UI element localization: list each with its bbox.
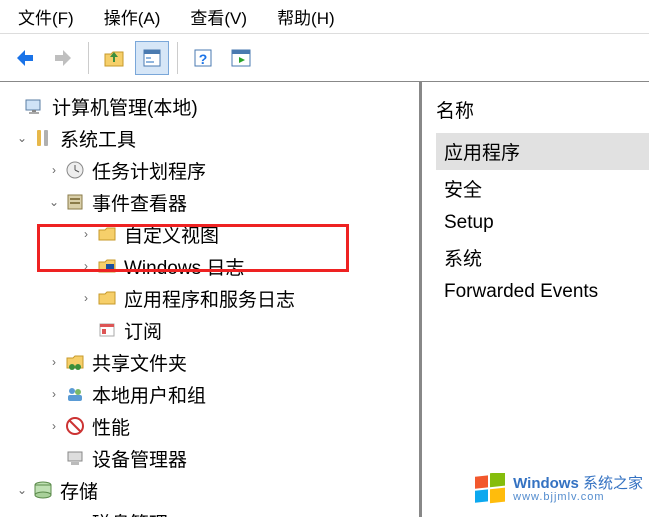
system-tools-icon xyxy=(32,127,54,149)
clock-icon xyxy=(64,159,86,181)
storage-icon xyxy=(32,479,54,501)
watermark: Windows 系统之家 www.bjjmlv.com xyxy=(473,473,643,507)
menu-view[interactable]: 查看(V) xyxy=(186,2,251,31)
tree-label: Windows 日志 xyxy=(124,253,244,280)
back-arrow-icon xyxy=(14,47,36,69)
menu-help[interactable]: 帮助(H) xyxy=(273,2,339,31)
expander-closed-icon[interactable]: › xyxy=(76,291,96,305)
expander-open-icon[interactable]: ⌄ xyxy=(44,195,64,209)
tree-label: 任务计划程序 xyxy=(92,157,206,184)
main-content: 计算机管理(本地) ⌄ 系统工具 › 任务计划程序 ⌄ 事件查看器 › xyxy=(0,82,649,517)
tree-item-app-service-logs[interactable]: › 应用程序和服务日志 xyxy=(4,282,419,314)
shared-folders-icon xyxy=(64,351,86,373)
svg-text:?: ? xyxy=(199,51,208,67)
forward-button[interactable] xyxy=(46,41,80,75)
watermark-title: Windows 系统之家 xyxy=(513,476,643,492)
tree-item-windows-logs[interactable]: › Windows 日志 xyxy=(4,250,419,282)
tree-label: 性能 xyxy=(92,413,130,440)
list-item-security[interactable]: 安全 xyxy=(436,170,649,207)
windows-logo-icon xyxy=(473,473,507,507)
list-item-application[interactable]: 应用程序 xyxy=(436,133,649,170)
tree-label: 系统工具 xyxy=(60,125,136,152)
users-icon xyxy=(64,383,86,405)
tree-item-custom-views[interactable]: › 自定义视图 xyxy=(4,218,419,250)
properties-button[interactable] xyxy=(135,41,169,75)
tree-item-local-users[interactable]: › 本地用户和组 xyxy=(4,378,419,410)
list-item-setup[interactable]: Setup xyxy=(436,207,649,239)
expander-closed-icon[interactable]: › xyxy=(44,387,64,401)
subscriptions-icon xyxy=(96,319,118,341)
up-folder-button[interactable] xyxy=(97,41,131,75)
menubar: 文件(F) 操作(A) 查看(V) 帮助(H) xyxy=(0,0,649,34)
tree-label: 设备管理器 xyxy=(92,445,187,472)
tree-item-event-viewer[interactable]: ⌄ 事件查看器 xyxy=(4,186,419,218)
tree-item-subscriptions[interactable]: 订阅 xyxy=(4,314,419,346)
toolbar: ? xyxy=(0,34,649,82)
list-item-system[interactable]: 系统 xyxy=(436,239,649,276)
tree-item-system-tools[interactable]: ⌄ 系统工具 xyxy=(4,122,419,154)
properties-icon xyxy=(141,47,163,69)
tree-label: 计算机管理(本地) xyxy=(52,93,198,120)
expander-closed-icon[interactable]: › xyxy=(44,419,64,433)
list-pane: 名称 应用程序 安全 Setup 系统 Forwarded Events xyxy=(422,82,649,517)
menu-file[interactable]: 文件(F) xyxy=(14,2,78,31)
tree-root-computer-mgmt[interactable]: 计算机管理(本地) xyxy=(4,90,419,122)
toolbar-separator xyxy=(88,42,89,74)
panel-run-icon xyxy=(230,47,252,69)
tree-label: 应用程序和服务日志 xyxy=(124,285,295,312)
folder-icon xyxy=(96,223,118,245)
tree-item-device-manager[interactable]: 设备管理器 xyxy=(4,442,419,474)
folder-windows-icon xyxy=(96,255,118,277)
tree-item-task-scheduler[interactable]: › 任务计划程序 xyxy=(4,154,419,186)
menu-action[interactable]: 操作(A) xyxy=(100,2,165,31)
expander-closed-icon[interactable]: › xyxy=(44,163,64,177)
event-viewer-icon xyxy=(64,191,86,213)
run-panel-button[interactable] xyxy=(224,41,258,75)
tree-pane: 计算机管理(本地) ⌄ 系统工具 › 任务计划程序 ⌄ 事件查看器 › xyxy=(0,82,422,517)
tree-label: 订阅 xyxy=(124,317,162,344)
forward-arrow-icon xyxy=(52,47,74,69)
expander-open-icon[interactable]: ⌄ xyxy=(12,131,32,145)
tree-label: 本地用户和组 xyxy=(92,381,206,408)
list-header-name[interactable]: 名称 xyxy=(436,96,649,133)
expander-closed-icon[interactable]: › xyxy=(76,227,96,241)
tree-item-disk-management[interactable]: 磁盘管理 xyxy=(4,506,419,517)
tree-label: 存储 xyxy=(60,477,98,504)
watermark-url: www.bjjmlv.com xyxy=(513,492,643,504)
expander-closed-icon[interactable]: › xyxy=(76,259,96,273)
toolbar-separator-2 xyxy=(177,42,178,74)
help-icon: ? xyxy=(192,47,214,69)
tree-label: 事件查看器 xyxy=(92,189,187,216)
tree-item-shared-folders[interactable]: › 共享文件夹 xyxy=(4,346,419,378)
back-button[interactable] xyxy=(8,41,42,75)
tree-label: 自定义视图 xyxy=(124,221,219,248)
performance-icon xyxy=(64,415,86,437)
tree-item-storage[interactable]: ⌄ 存储 xyxy=(4,474,419,506)
disk-icon xyxy=(64,511,86,517)
computer-mgmt-icon xyxy=(24,95,46,117)
folder-icon xyxy=(96,287,118,309)
tree-label: 共享文件夹 xyxy=(92,349,187,376)
help-button[interactable]: ? xyxy=(186,41,220,75)
expander-closed-icon[interactable]: › xyxy=(44,355,64,369)
folder-up-icon xyxy=(103,47,125,69)
device-manager-icon xyxy=(64,447,86,469)
tree-item-performance[interactable]: › 性能 xyxy=(4,410,419,442)
list-item-forwarded-events[interactable]: Forwarded Events xyxy=(436,276,649,308)
expander-open-icon[interactable]: ⌄ xyxy=(12,483,32,497)
